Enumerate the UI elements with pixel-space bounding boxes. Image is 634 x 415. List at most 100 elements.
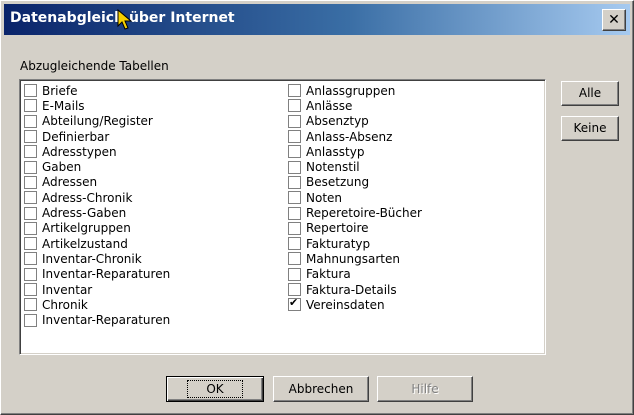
checkbox[interactable]: [288, 175, 301, 189]
table-checkbox-item[interactable]: Inventar-Chronik: [24, 251, 170, 266]
table-checkbox-item[interactable]: Repertoire: [288, 221, 422, 236]
table-checkbox-item[interactable]: Briefe: [24, 83, 170, 98]
table-checkbox-item[interactable]: Anlass-Absenz: [288, 129, 422, 144]
help-button: Hilfe: [377, 376, 473, 402]
tables-column-right: Anlassgruppen Anlässe Absenztyp Anlass-Abse…: [288, 83, 422, 312]
close-icon: ✕: [608, 12, 620, 28]
table-checkbox-item[interactable]: Adress-Chronik: [24, 190, 170, 205]
checkbox[interactable]: [24, 114, 37, 128]
table-checkbox-item[interactable]: Anlässe: [288, 98, 422, 113]
checkbox[interactable]: [288, 84, 301, 98]
table-checkbox-label: Anlassgruppen: [306, 83, 396, 98]
dialog-window: Datenabgleich über Internet ✕ Abzugleich…: [0, 0, 634, 415]
table-checkbox-label: Notenstil: [306, 160, 360, 175]
checkbox[interactable]: [24, 267, 37, 281]
checkbox[interactable]: [288, 145, 301, 159]
checkbox[interactable]: [288, 99, 301, 113]
checkbox[interactable]: [288, 237, 301, 251]
checkbox[interactable]: [24, 298, 37, 312]
table-checkbox-label: Inventar-Chronik: [42, 251, 142, 266]
checkbox[interactable]: [24, 313, 37, 327]
table-checkbox-label: Artikelgruppen: [42, 221, 131, 236]
table-checkbox-item[interactable]: Notenstil: [288, 159, 422, 174]
table-checkbox-label: Chronik: [42, 297, 88, 312]
checkbox[interactable]: [288, 114, 301, 128]
checkbox[interactable]: [288, 283, 301, 296]
checkbox[interactable]: [24, 145, 37, 159]
checkbox[interactable]: [24, 221, 37, 235]
ok-button[interactable]: OK: [166, 376, 264, 402]
table-checkbox-item[interactable]: Anlasstyp: [288, 144, 422, 159]
table-checkbox-item[interactable]: E-Mails: [24, 98, 170, 113]
checkbox-checked[interactable]: [288, 296, 301, 312]
checkbox[interactable]: [24, 99, 37, 113]
checkbox[interactable]: [24, 191, 37, 205]
select-all-label: Alle: [578, 86, 602, 100]
tables-listbox[interactable]: Briefe E-Mails Abteilung/Register Definierb…: [19, 79, 546, 355]
table-checkbox-item[interactable]: Reperetoire-Bücher: [288, 205, 422, 220]
table-checkbox-item[interactable]: Fakturatyp: [288, 236, 422, 251]
cancel-label: Abbrechen: [288, 382, 354, 396]
table-checkbox-item[interactable]: Definierbar: [24, 129, 170, 144]
table-checkbox-item[interactable]: Inventar: [24, 282, 170, 297]
table-checkbox-item[interactable]: Abteilung/Register: [24, 114, 170, 129]
table-checkbox-label: Adresstypen: [42, 144, 117, 159]
table-checkbox-item[interactable]: Artikelgruppen: [24, 221, 170, 236]
table-checkbox-item[interactable]: Gaben: [24, 159, 170, 174]
checkbox[interactable]: [288, 206, 301, 220]
table-checkbox-label: Reperetoire-Bücher: [306, 206, 422, 221]
table-checkbox-item[interactable]: Adressen: [24, 175, 170, 190]
table-checkbox-label: Adress-Gaben: [42, 206, 127, 221]
table-checkbox-label: Inventar-Reparaturen: [42, 267, 171, 282]
table-checkbox-label: Abteilung/Register: [42, 114, 153, 129]
table-checkbox-item[interactable]: Faktura-Details: [288, 282, 422, 297]
table-checkbox-label: Noten: [306, 190, 343, 205]
checkbox[interactable]: [288, 160, 301, 174]
checkbox[interactable]: [24, 160, 37, 174]
table-checkbox-label: Definierbar: [42, 129, 110, 144]
checkbox[interactable]: [24, 84, 37, 98]
checkbox[interactable]: [24, 283, 37, 296]
table-checkbox-item[interactable]: Vereinsdaten: [288, 296, 422, 312]
table-checkbox-item[interactable]: Chronik: [24, 297, 170, 312]
select-none-button[interactable]: Keine: [561, 116, 619, 141]
table-checkbox-item[interactable]: Mahnungsarten: [288, 251, 422, 266]
table-checkbox-label: Anlass-Absenz: [306, 129, 393, 144]
checkbox[interactable]: [24, 252, 37, 266]
table-checkbox-label: Inventar-Reparaturen: [42, 313, 171, 328]
ok-label: OK: [187, 380, 243, 398]
table-checkbox-item[interactable]: Besetzung: [288, 175, 422, 190]
checkbox[interactable]: [288, 267, 301, 281]
table-checkbox-item[interactable]: Inventar-Reparaturen: [24, 267, 170, 282]
checkbox[interactable]: [24, 237, 37, 251]
table-checkbox-item[interactable]: Absenztyp: [288, 114, 422, 129]
table-checkbox-label: Faktura: [306, 267, 351, 282]
table-checkbox-label: Adress-Chronik: [42, 190, 133, 205]
table-checkbox-label: Artikelzustand: [42, 236, 128, 251]
table-checkbox-label: Anlässe: [306, 98, 353, 113]
table-checkbox-item[interactable]: Anlassgruppen: [288, 83, 422, 98]
checkbox[interactable]: [24, 206, 37, 220]
checkbox[interactable]: [24, 130, 37, 144]
checkbox[interactable]: [288, 191, 301, 205]
close-button[interactable]: ✕: [602, 9, 626, 31]
table-checkbox-label: E-Mails: [42, 98, 85, 113]
cancel-button[interactable]: Abbrechen: [273, 376, 369, 402]
table-checkbox-item[interactable]: Adresstypen: [24, 144, 170, 159]
table-checkbox-label: Mahnungsarten: [306, 251, 400, 266]
table-checkbox-label: Vereinsdaten: [306, 297, 385, 312]
checkbox[interactable]: [288, 252, 301, 266]
table-checkbox-label: Repertoire: [306, 221, 369, 236]
checkbox[interactable]: [288, 221, 301, 235]
select-all-button[interactable]: Alle: [561, 81, 619, 106]
checkbox[interactable]: [288, 130, 301, 144]
table-checkbox-item[interactable]: Artikelzustand: [24, 236, 170, 251]
table-checkbox-item[interactable]: Inventar-Reparaturen: [24, 312, 170, 327]
arrow-cursor-icon: [117, 9, 133, 30]
table-checkbox-item[interactable]: Noten: [288, 190, 422, 205]
table-checkbox-label: Faktura-Details: [306, 282, 397, 297]
table-checkbox-item[interactable]: Adress-Gaben: [24, 205, 170, 220]
checkbox[interactable]: [24, 175, 37, 189]
title-bar[interactable]: Datenabgleich über Internet ✕: [4, 4, 630, 35]
table-checkbox-item[interactable]: Faktura: [288, 267, 422, 282]
